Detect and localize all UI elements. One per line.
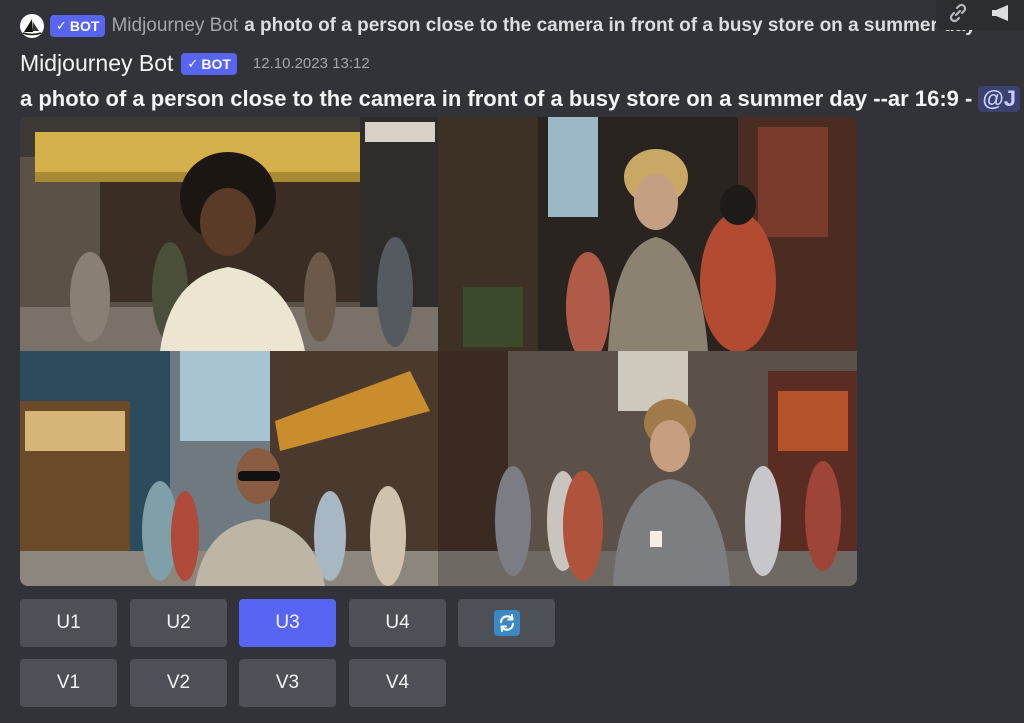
bot-badge: ✓ BOT [181, 52, 237, 75]
variation-4-button[interactable]: V4 [349, 659, 446, 707]
verified-check-icon: ✓ [187, 55, 199, 71]
bot-badge: ✓ BOT [50, 15, 106, 37]
reroll-button[interactable] [458, 599, 555, 647]
discord-message-view: ✓ BOT Midjourney Bot a photo of a person… [0, 0, 1024, 723]
message-timestamp[interactable]: 12.10.2023 13:12 [253, 55, 370, 72]
upscale-4-button[interactable]: U4 [349, 599, 446, 647]
message-header: Midjourney Bot ✓ BOT 12.10.2023 13:12 [20, 50, 370, 77]
upscale-1-button[interactable]: U1 [20, 599, 117, 647]
variation-3-button[interactable]: V3 [239, 659, 336, 707]
message-prompt: a photo of a person close to the camera … [20, 84, 1024, 114]
refresh-icon [493, 610, 520, 636]
reply-author[interactable]: Midjourney Bot [111, 15, 238, 37]
user-mention[interactable]: @J [978, 86, 1021, 112]
image-4[interactable] [438, 351, 857, 586]
variation-1-button[interactable]: V1 [20, 659, 117, 707]
verified-check-icon: ✓ [56, 18, 67, 33]
reply-text[interactable]: a photo of a person close to the camera … [244, 15, 976, 37]
image-2[interactable] [438, 117, 857, 351]
upscale-2-button[interactable]: U2 [130, 599, 227, 647]
variation-2-button[interactable]: V2 [130, 659, 227, 707]
image-1[interactable] [20, 117, 438, 351]
image-3[interactable] [20, 351, 438, 586]
message-author[interactable]: Midjourney Bot [20, 50, 173, 77]
speaker-icon[interactable] [988, 1, 1012, 29]
upscale-3-button[interactable]: U3 [239, 599, 336, 647]
image-grid[interactable] [20, 117, 857, 586]
message-toolbar [936, 0, 1024, 30]
bot-badge-label: BOT [201, 55, 231, 72]
link-icon[interactable] [946, 1, 970, 29]
prompt-text: a photo of a person close to the camera … [20, 86, 973, 111]
reply-reference[interactable]: ✓ BOT Midjourney Bot a photo of a person… [20, 12, 1020, 40]
bot-avatar-icon[interactable] [20, 14, 44, 38]
bot-badge-label: BOT [69, 18, 100, 34]
